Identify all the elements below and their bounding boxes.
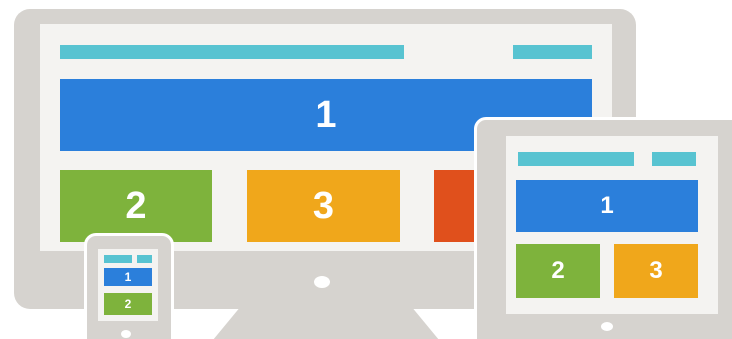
phone-block-1: 1	[104, 268, 152, 286]
phone-header-bar-right	[137, 255, 152, 263]
desktop-header-bar-right	[513, 45, 592, 59]
tablet-block-1: 1	[516, 180, 698, 232]
desktop-block-2-label: 2	[125, 184, 147, 227]
tablet-home-button-icon	[601, 322, 613, 331]
desktop-block-2: 2	[60, 170, 212, 242]
phone-home-button-icon	[121, 330, 131, 338]
desktop-block-3-label: 3	[312, 184, 335, 227]
phone-block-2: 2	[104, 293, 152, 315]
desktop-header-bar-left	[60, 45, 404, 59]
phone-block-2-label: 2	[124, 297, 132, 311]
monitor-power-dot	[314, 276, 330, 288]
tablet-block-3: 3	[614, 244, 698, 298]
tablet-block-2-label: 2	[551, 257, 565, 284]
tablet-block-3-label: 3	[649, 257, 663, 284]
tablet-header-bar-right	[652, 152, 696, 166]
phone-block-1-label: 1	[124, 270, 132, 284]
responsive-devices-illustration: 1 2 3 1 2 3 1 2	[0, 0, 732, 339]
monitor-stand	[208, 306, 444, 339]
phone-header-bar-left	[104, 255, 132, 263]
tablet-block-1-label: 1	[600, 192, 614, 219]
tablet-block-2: 2	[516, 244, 600, 298]
desktop-block-1-label: 1	[315, 93, 337, 136]
desktop-block-3: 3	[247, 170, 400, 242]
tablet-header-bar-left	[518, 152, 634, 166]
